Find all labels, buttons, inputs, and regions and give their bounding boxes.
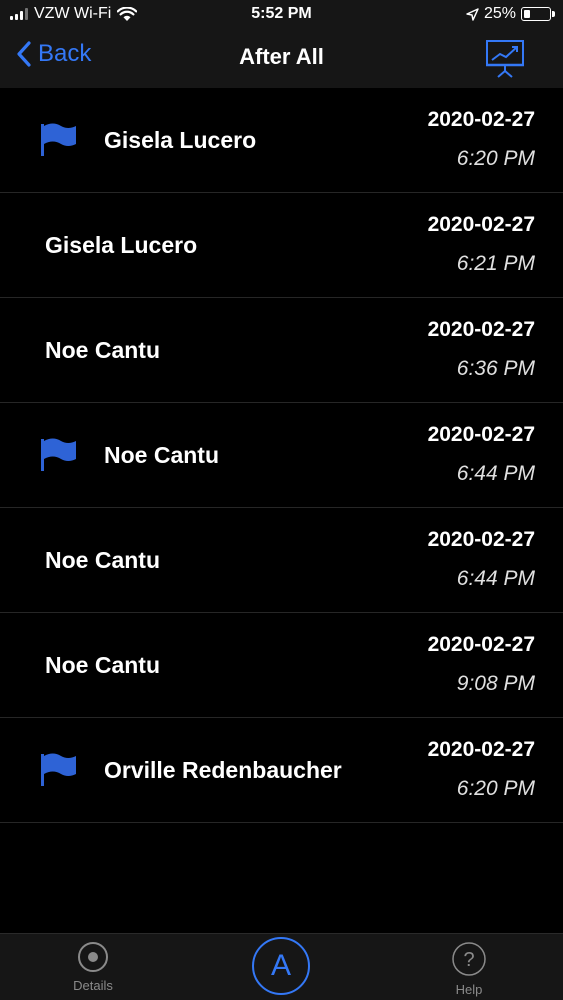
entry-date: 2020-02-27 bbox=[427, 108, 535, 131]
entry-time: 6:20 PM bbox=[456, 147, 535, 170]
entry-name: Noe Cantu bbox=[104, 442, 219, 468]
list-item[interactable]: Noe Cantu 2020-02-27 6:44 PM bbox=[0, 508, 563, 613]
battery-icon bbox=[521, 7, 555, 21]
tab-bar: Details A ? Help bbox=[0, 933, 563, 1000]
flag-icon bbox=[41, 753, 76, 786]
entry-date: 2020-02-27 bbox=[427, 318, 535, 341]
entry-time: 6:20 PM bbox=[456, 777, 535, 800]
battery-level bbox=[524, 10, 530, 18]
target-icon bbox=[78, 942, 108, 972]
tab-details-label: Details bbox=[73, 978, 113, 993]
entries-list: Gisela Lucero 2020-02-27 6:20 PM Gisela … bbox=[0, 88, 563, 823]
entry-name: Noe Cantu bbox=[45, 547, 160, 573]
entry-date: 2020-02-27 bbox=[427, 423, 535, 446]
list-item[interactable]: Noe Cantu 2020-02-27 9:08 PM bbox=[0, 613, 563, 718]
list-item[interactable]: Gisela Lucero 2020-02-27 6:20 PM bbox=[0, 88, 563, 193]
tab-details[interactable]: Details bbox=[60, 940, 126, 993]
presentation-chart-icon[interactable] bbox=[485, 38, 525, 78]
list-item[interactable]: Noe Cantu 2020-02-27 6:36 PM bbox=[0, 298, 563, 403]
entry-time: 6:36 PM bbox=[456, 357, 535, 380]
list-item[interactable]: Orville Redenbaucher 2020-02-27 6:20 PM bbox=[0, 718, 563, 823]
entry-time: 6:44 PM bbox=[456, 462, 535, 485]
location-arrow-icon bbox=[466, 7, 479, 21]
entry-date: 2020-02-27 bbox=[427, 213, 535, 236]
help-icon: ? bbox=[452, 942, 486, 976]
nav-bar: Back After All bbox=[0, 30, 563, 88]
entry-date: 2020-02-27 bbox=[427, 633, 535, 656]
entry-name: Orville Redenbaucher bbox=[104, 757, 342, 783]
list-item[interactable]: Noe Cantu 2020-02-27 6:44 PM bbox=[0, 403, 563, 508]
entry-name: Gisela Lucero bbox=[104, 127, 257, 153]
entry-date: 2020-02-27 bbox=[427, 528, 535, 551]
entry-name: Gisela Lucero bbox=[45, 232, 198, 258]
entry-time: 9:08 PM bbox=[456, 672, 535, 695]
list-item[interactable]: Gisela Lucero 2020-02-27 6:21 PM bbox=[0, 193, 563, 298]
flag-icon bbox=[41, 123, 76, 156]
status-right: 25% bbox=[466, 5, 555, 23]
tab-help[interactable]: ? Help bbox=[436, 940, 502, 997]
entry-date: 2020-02-27 bbox=[427, 738, 535, 761]
battery-percent: 25% bbox=[483, 5, 516, 22]
page-title: After All bbox=[239, 44, 324, 69]
status-bar: VZW Wi-Fi 5:52 PM 25% bbox=[0, 0, 563, 30]
entry-time: 6:21 PM bbox=[456, 252, 535, 275]
center-a-button[interactable]: A bbox=[252, 937, 310, 995]
entry-time: 6:44 PM bbox=[456, 567, 535, 590]
entry-name: Noe Cantu bbox=[45, 652, 160, 678]
flag-icon bbox=[41, 438, 76, 471]
tab-help-label: Help bbox=[455, 982, 483, 997]
entry-name: Noe Cantu bbox=[45, 337, 160, 363]
svg-text:?: ? bbox=[463, 949, 474, 971]
